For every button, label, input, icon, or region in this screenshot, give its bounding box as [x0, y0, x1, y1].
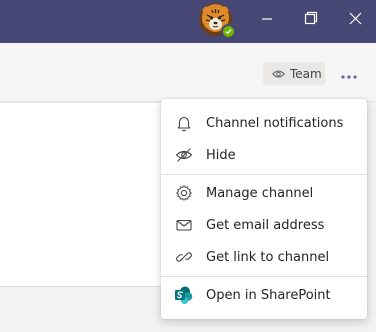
menu-item-hide[interactable]: Hide: [161, 139, 367, 171]
menu-divider: [161, 276, 367, 277]
menu-item-get-email-address[interactable]: Get email address: [161, 209, 367, 241]
menu-item-get-link-to-channel[interactable]: Get link to channel: [161, 241, 367, 273]
menu-item-label: Get link to channel: [206, 249, 330, 265]
menu-item-label: Get email address: [206, 217, 325, 233]
close-button[interactable]: [333, 0, 376, 38]
bell-icon: [174, 113, 194, 133]
menu-item-manage-channel[interactable]: Manage channel: [161, 177, 367, 209]
close-icon: [349, 10, 362, 29]
link-icon: [174, 247, 194, 267]
presence-available-icon: [221, 24, 236, 39]
team-button[interactable]: Team: [263, 62, 325, 85]
menu-item-label: Channel notifications: [206, 115, 344, 131]
eye-off-icon: [174, 145, 194, 165]
minimize-icon: [261, 10, 273, 29]
eye-icon: [272, 69, 285, 79]
gear-icon: [174, 183, 194, 203]
menu-item-channel-notifications[interactable]: Channel notifications: [161, 107, 367, 139]
menu-item-label: Open in SharePoint: [206, 287, 331, 303]
channel-options-menu: Channel notifications Hide Manage channe…: [161, 99, 367, 319]
more-dots-icon: [341, 64, 357, 83]
menu-item-label: Hide: [206, 147, 236, 163]
minimize-button[interactable]: [245, 0, 289, 38]
restore-button[interactable]: [289, 0, 333, 38]
sharepoint-icon: [174, 285, 194, 305]
more-options-button[interactable]: [335, 62, 363, 85]
team-button-label: Team: [290, 66, 322, 81]
mail-icon: [174, 215, 194, 235]
menu-item-open-in-sharepoint[interactable]: Open in SharePoint: [161, 279, 367, 311]
menu-item-label: Manage channel: [206, 185, 314, 201]
title-bar: [0, 0, 376, 43]
restore-icon: [304, 10, 318, 29]
menu-divider: [161, 174, 367, 175]
